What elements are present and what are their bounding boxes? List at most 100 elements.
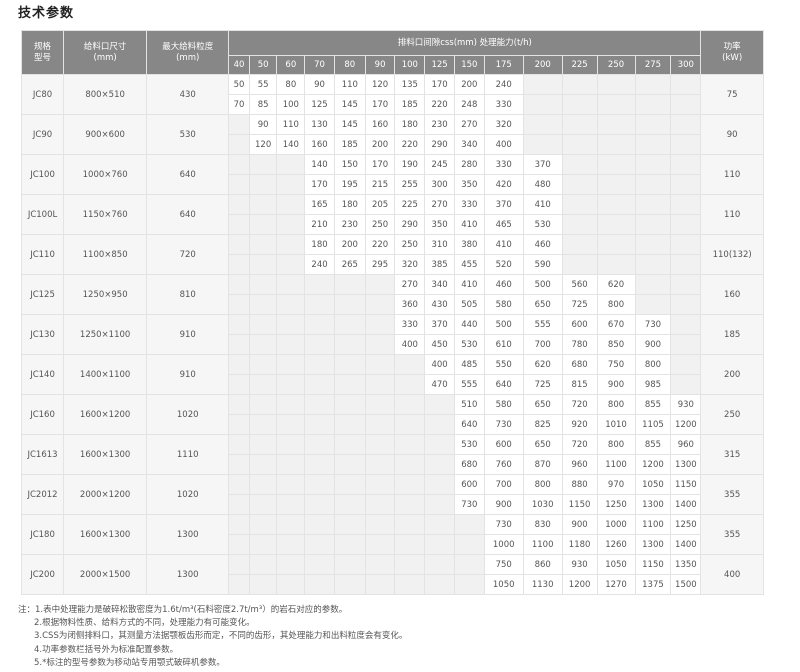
cell-capacity: 140 [276, 134, 306, 155]
cell-capacity: 340 [424, 274, 455, 295]
cell-capacity: 200 [333, 234, 366, 255]
table-row: JC160 1600×1200 1020 510 580 650 720 800 855 930 2… [20, 394, 764, 435]
cell-capacity [333, 554, 366, 575]
cell-capacity: 200 [453, 74, 485, 95]
cell-capacity [228, 274, 250, 295]
cell-capacity: 450 [424, 334, 455, 355]
cell-capacity: 330 [453, 194, 485, 215]
cell-capacity: 205 [364, 194, 396, 215]
cell-capacity: 650 [522, 434, 563, 455]
cell-capacity: 1200 [634, 454, 672, 475]
cell-capacity: 1130 [522, 574, 563, 595]
cell-capacity [670, 214, 702, 235]
cell-capacity: 590 [522, 254, 563, 275]
cell-capacity: 850 [596, 334, 636, 355]
cell-capacity [228, 474, 250, 495]
cell-capacity: 1150 [634, 554, 672, 575]
cell-capacity [561, 134, 598, 155]
cell-capacity: 290 [424, 134, 455, 155]
cell-capacity: 330 [483, 154, 524, 175]
header-css-col: 70 [304, 55, 335, 75]
cell-capacity: 220 [424, 94, 455, 115]
cell-capacity [333, 474, 366, 495]
cell-capacity: 680 [453, 454, 485, 475]
cell-capacity [304, 294, 335, 315]
cell-capacity [596, 254, 636, 275]
cell-capacity: 85 [248, 94, 278, 115]
cell-capacity: 400 [483, 134, 524, 155]
cell-capacity [248, 474, 278, 495]
cell-capacity [424, 514, 455, 535]
cell-model: JC80 [20, 74, 65, 115]
cell-capacity [394, 534, 426, 555]
cell-capacity: 640 [483, 374, 524, 395]
cell-capacity [596, 214, 636, 235]
cell-capacity: 130 [304, 114, 335, 135]
cell-capacity: 855 [634, 394, 672, 415]
cell-capacity [248, 454, 278, 475]
cell-capacity [394, 374, 426, 395]
cell-capacity [304, 274, 335, 295]
cell-capacity: 1100 [596, 454, 636, 475]
cell-capacity [561, 234, 598, 255]
cell-capacity: 720 [561, 434, 598, 455]
table-row: JC1613 1600×1300 1110 530 600 650 720 800 855 960… [20, 434, 764, 475]
cell-capacity [424, 454, 455, 475]
header-css-col: 40 [228, 55, 250, 75]
cell-capacity [276, 514, 306, 535]
cell-capacity [276, 394, 306, 415]
cell-capacity [276, 534, 306, 555]
cell-power: 200 [700, 354, 764, 395]
header-css-col: 300 [670, 55, 702, 75]
cell-capacity: 560 [561, 274, 598, 295]
cell-capacity: 825 [522, 414, 563, 435]
cell-model: JC200 [20, 554, 65, 595]
cell-capacity [333, 314, 366, 335]
cell-capacity [248, 534, 278, 555]
cell-capacity: 230 [333, 214, 366, 235]
cell-capacity: 960 [561, 454, 598, 475]
cell-capacity [276, 294, 306, 315]
cell-capacity: 1030 [522, 494, 563, 515]
cell-capacity [634, 274, 672, 295]
cell-capacity [228, 494, 250, 515]
cell-capacity [304, 534, 335, 555]
table-row: JC200 2000×1500 1300 750 860 930 1050 1150 1350 4… [20, 554, 764, 595]
cell-capacity: 1300 [634, 494, 672, 515]
cell-capacity: 90 [248, 114, 278, 135]
cell-capacity: 145 [333, 94, 366, 115]
cell-capacity: 265 [333, 254, 366, 275]
cell-capacity: 1150 [561, 494, 598, 515]
cell-capacity [228, 514, 250, 535]
cell-capacity [596, 114, 636, 135]
cell-capacity [228, 534, 250, 555]
cell-capacity [276, 334, 306, 355]
cell-capacity: 320 [483, 114, 524, 135]
cell-capacity: 248 [453, 94, 485, 115]
cell-capacity [364, 474, 396, 495]
note-line: 4.功率参数栏括号外为标准配置参数。 [34, 644, 179, 655]
cell-capacity: 225 [394, 194, 426, 215]
cell-feed-size: 1400×1100 [63, 354, 148, 395]
cell-capacity [228, 214, 250, 235]
cell-capacity [228, 114, 250, 135]
cell-capacity: 455 [453, 254, 485, 275]
cell-capacity: 700 [483, 474, 524, 495]
cell-capacity: 330 [483, 94, 524, 115]
header-css-col: 250 [596, 55, 636, 75]
cell-max-feed: 1300 [146, 514, 230, 555]
cell-capacity [670, 374, 702, 395]
cell-capacity: 815 [561, 374, 598, 395]
cell-power: 110 [700, 154, 764, 195]
cell-capacity [364, 454, 396, 475]
note-line: 5.*标注的型号参数为移动站专用颚式破碎机参数。 [34, 657, 225, 668]
cell-capacity: 580 [483, 394, 524, 415]
cell-capacity: 470 [424, 374, 455, 395]
cell-capacity [364, 374, 396, 395]
cell-model: JC160 [20, 394, 65, 435]
cell-capacity: 555 [453, 374, 485, 395]
cell-capacity: 250 [394, 234, 426, 255]
cell-capacity [522, 74, 563, 95]
cell-capacity [248, 334, 278, 355]
cell-capacity [304, 454, 335, 475]
